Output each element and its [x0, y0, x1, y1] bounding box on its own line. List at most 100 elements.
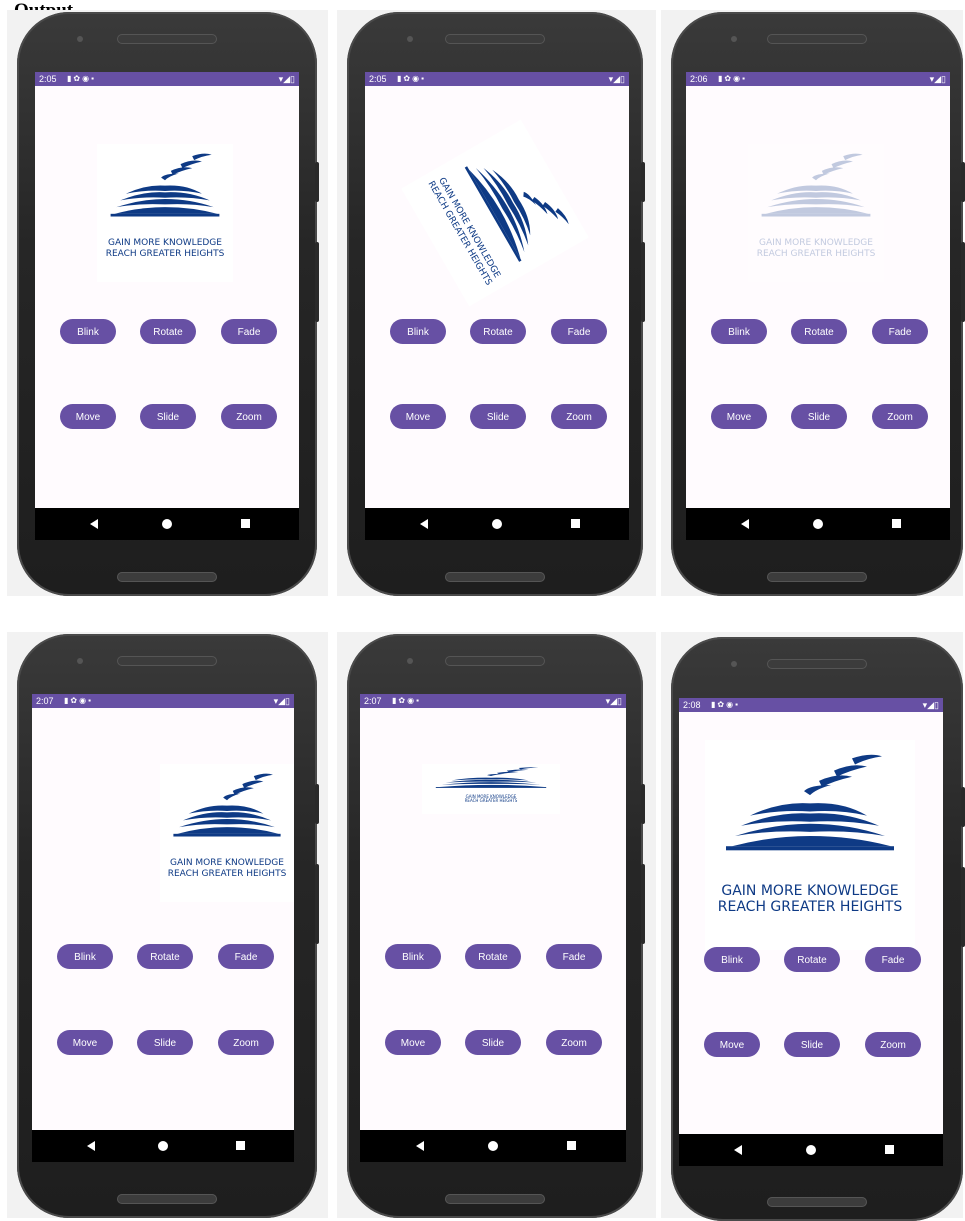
move-button[interactable]: Move	[390, 404, 446, 429]
system-icons: ▾◢▯	[274, 694, 290, 708]
bottom-speaker	[767, 572, 867, 582]
logo-image: GAIN MORE KNOWLEDGE REACH GREATER HEIGHTS	[401, 119, 589, 307]
signal-icon: ◢	[613, 74, 621, 84]
sd-card-icon: ▪	[88, 696, 93, 705]
zoom-button[interactable]: Zoom	[551, 404, 607, 429]
volume-button[interactable]	[641, 864, 645, 944]
slide-button[interactable]: Slide	[465, 1030, 521, 1055]
navigation-bar	[686, 508, 950, 540]
blink-button[interactable]: Blink	[704, 947, 760, 972]
home-icon[interactable]	[813, 519, 823, 529]
recent-apps-icon[interactable]	[567, 1141, 577, 1150]
blink-button[interactable]: Blink	[390, 319, 446, 344]
zoom-button[interactable]: Zoom	[865, 1032, 921, 1057]
battery-icon: ▯	[941, 74, 946, 84]
open-book-birds-emblem	[761, 153, 871, 217]
home-icon[interactable]	[162, 519, 172, 529]
rotate-button[interactable]: Rotate	[784, 947, 840, 972]
power-button[interactable]	[641, 162, 645, 202]
notification-icons: ▮✿◉▪	[64, 694, 93, 708]
logo-tagline-line2: REACH GREATER HEIGHTS	[167, 869, 287, 879]
back-icon[interactable]	[741, 519, 750, 529]
app-screen: 2:05 ▮✿◉▪ ▾◢▯ GAIN MORE KNOWLEDGE REACH GREA…	[365, 72, 629, 540]
fade-button[interactable]: Fade	[546, 944, 602, 969]
volume-button[interactable]	[315, 242, 319, 322]
volume-button[interactable]	[641, 242, 645, 322]
notification-icons: ▮✿◉▪	[711, 698, 740, 712]
move-button[interactable]: Move	[704, 1032, 760, 1057]
power-button[interactable]	[641, 784, 645, 824]
sd-card-icon: ▪	[91, 74, 96, 83]
bottom-speaker	[445, 572, 545, 582]
back-icon[interactable]	[420, 519, 429, 529]
recent-apps-icon[interactable]	[891, 519, 901, 528]
power-button[interactable]	[315, 162, 319, 202]
volume-button[interactable]	[315, 864, 319, 944]
slide-button[interactable]: Slide	[137, 1030, 193, 1055]
rotate-button[interactable]: Rotate	[470, 319, 526, 344]
move-button[interactable]: Move	[385, 1030, 441, 1055]
recent-apps-icon[interactable]	[236, 1141, 246, 1150]
home-icon[interactable]	[806, 1145, 816, 1155]
move-button[interactable]: Move	[57, 1030, 113, 1055]
app-screen: 2:07 ▮✿◉▪ ▾◢▯ GAIN MORE KNOWLEDGE REACH GREA…	[32, 694, 294, 1162]
battery-icon: ▯	[934, 700, 939, 710]
back-icon[interactable]	[415, 1141, 424, 1151]
blink-button[interactable]: Blink	[711, 319, 767, 344]
recent-apps-icon[interactable]	[240, 519, 250, 528]
recent-apps-icon[interactable]	[884, 1145, 894, 1154]
status-time: 2:07	[36, 696, 54, 706]
status-time: 2:07	[364, 696, 382, 706]
rotate-button[interactable]: Rotate	[465, 944, 521, 969]
fade-button[interactable]: Fade	[865, 947, 921, 972]
notification-icons: ▮✿◉▪	[392, 694, 421, 708]
app-screen: 2:05 ▮✿◉▪ ▾◢▯ GAIN MORE KNOWLEDGE REACH GREA…	[35, 72, 299, 540]
zoom-button[interactable]: Zoom	[872, 404, 928, 429]
move-button[interactable]: Move	[711, 404, 767, 429]
open-book-birds-emblem	[435, 767, 547, 788]
fade-button[interactable]: Fade	[221, 319, 277, 344]
blink-button[interactable]: Blink	[57, 944, 113, 969]
slide-button[interactable]: Slide	[791, 404, 847, 429]
status-time: 2:05	[369, 74, 387, 84]
rotate-button[interactable]: Rotate	[140, 319, 196, 344]
signal-icon: ◢	[934, 74, 942, 84]
rotate-button[interactable]: Rotate	[791, 319, 847, 344]
logo-tagline-line2: REACH GREATER HEIGHTS	[464, 798, 518, 803]
fade-button[interactable]: Fade	[551, 319, 607, 344]
zoom-button[interactable]: Zoom	[218, 1030, 274, 1055]
logo-tagline-line1: GAIN MORE KNOWLEDGE	[759, 238, 873, 248]
home-icon[interactable]	[158, 1141, 168, 1151]
home-icon[interactable]	[492, 519, 502, 529]
sync-icon: ◉	[79, 696, 89, 705]
blink-button[interactable]: Blink	[385, 944, 441, 969]
recent-apps-icon[interactable]	[570, 519, 580, 528]
back-icon[interactable]	[90, 519, 99, 529]
signal-icon: ◢	[927, 700, 935, 710]
gear-icon: ✿	[717, 700, 727, 709]
power-button[interactable]	[961, 162, 965, 202]
zoom-button[interactable]: Zoom	[221, 404, 277, 429]
rotate-button[interactable]: Rotate	[137, 944, 193, 969]
volume-button[interactable]	[961, 242, 965, 322]
back-icon[interactable]	[87, 1141, 96, 1151]
blink-button[interactable]: Blink	[60, 319, 116, 344]
home-icon[interactable]	[488, 1141, 498, 1151]
volume-button[interactable]	[961, 867, 965, 947]
power-button[interactable]	[961, 787, 965, 827]
gear-icon: ✿	[724, 74, 734, 83]
battery-icon: ▯	[620, 74, 625, 84]
slide-button[interactable]: Slide	[140, 404, 196, 429]
earpiece-speaker	[117, 34, 217, 44]
slide-button[interactable]: Slide	[784, 1032, 840, 1057]
fade-button[interactable]: Fade	[872, 319, 928, 344]
back-icon[interactable]	[734, 1145, 743, 1155]
system-icons: ▾◢▯	[609, 72, 625, 86]
slide-button[interactable]: Slide	[470, 404, 526, 429]
logo-image: GAIN MORE KNOWLEDGE REACH GREATER HEIGHTS	[748, 144, 884, 282]
move-button[interactable]: Move	[60, 404, 116, 429]
navigation-bar	[35, 508, 299, 540]
zoom-button[interactable]: Zoom	[546, 1030, 602, 1055]
fade-button[interactable]: Fade	[218, 944, 274, 969]
power-button[interactable]	[315, 784, 319, 824]
